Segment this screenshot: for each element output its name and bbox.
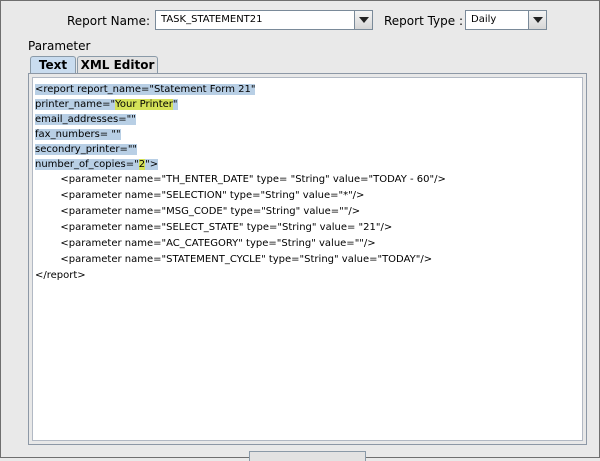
editor-panel: <report report_name="Statement Form 21" … xyxy=(28,73,587,445)
report-type-label: Report Type : xyxy=(384,14,464,28)
parameter-text-area[interactable]: <report report_name="Statement Form 21" … xyxy=(32,77,583,441)
parameter-line: <parameter name="MSG_CODE" type="String"… xyxy=(35,206,361,217)
selected-text: number_of_copies=" xyxy=(35,159,139,170)
report-name-combobox[interactable]: TASK_STATEMENT21 xyxy=(155,10,373,30)
selected-text: <report report_name="Statement Form 21" xyxy=(35,84,256,95)
code-line: <report report_name="Statement Form 21" xyxy=(35,82,256,97)
parameter-line: <parameter name="AC_CATEGORY" type="Stri… xyxy=(35,238,376,249)
code-line: number_of_copies="2"> xyxy=(35,157,159,172)
parameter-label: Parameter xyxy=(28,39,91,53)
chevron-down-icon[interactable] xyxy=(528,11,546,29)
tab-text[interactable]: Text xyxy=(30,56,76,74)
parameter-line: <parameter name="STATEMENT_CYCLE" type="… xyxy=(35,254,433,265)
code-line: email_addresses="" xyxy=(35,112,136,127)
report-type-value: Daily xyxy=(471,14,497,25)
parameter-line: <parameter name="SELECT_STATE" type="Str… xyxy=(35,222,393,233)
code-line: secondry_printer="" xyxy=(35,142,138,157)
tab-xml-editor[interactable]: XML Editor xyxy=(77,56,158,74)
code-line: fax_numbers= "" xyxy=(35,127,121,142)
chevron-down-icon[interactable] xyxy=(354,11,372,29)
highlighted-printer-name: Your Printer xyxy=(115,99,173,110)
selected-text: printer_name=" xyxy=(35,99,116,110)
selected-text: " xyxy=(172,99,178,110)
selected-text: email_addresses="" xyxy=(35,114,136,125)
selected-text: "> xyxy=(145,159,159,170)
selected-text: fax_numbers= "" xyxy=(35,129,121,140)
report-name-value: TASK_STATEMENT21 xyxy=(161,14,263,25)
report-name-label: Report Name: xyxy=(67,14,151,28)
tab-xml-editor-label: XML Editor xyxy=(80,58,155,72)
parameter-line: <parameter name="TH_ENTER_DATE" type= "S… xyxy=(35,174,446,185)
parameter-line: <parameter name="SELECTION" type="String… xyxy=(35,190,365,201)
selected-text: secondry_printer="" xyxy=(35,144,138,155)
bottom-button[interactable] xyxy=(249,451,366,461)
code-line: printer_name="Your Printer" xyxy=(35,97,178,112)
report-type-combobox[interactable]: Daily xyxy=(465,10,547,30)
closing-tag-line: </report> xyxy=(35,270,86,281)
tab-text-label: Text xyxy=(38,58,68,72)
